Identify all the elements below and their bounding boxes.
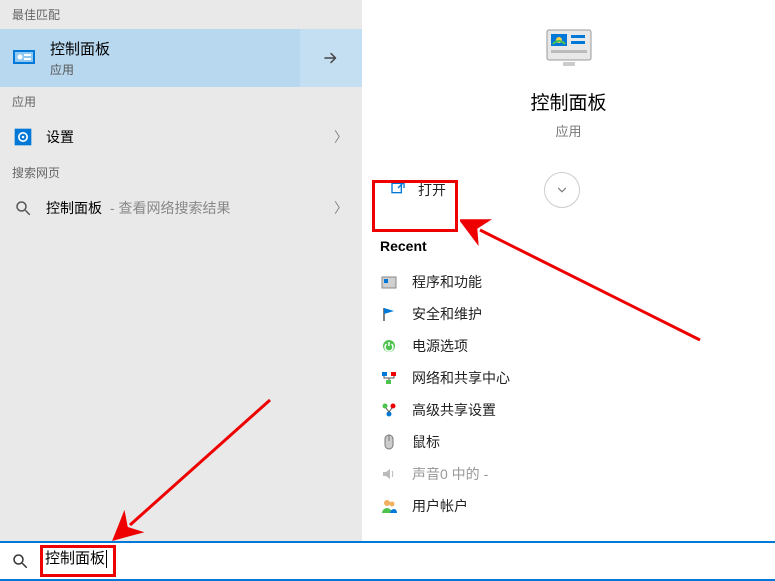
preview-panel: 控制面板 应用 打开 Recent 程序和功能 [362,0,775,541]
open-button[interactable]: 打开 [380,168,464,212]
recent-item[interactable]: 电源选项 [380,330,757,362]
sound-icon [380,465,398,483]
recent-list: 程序和功能 安全和维护 电源选项 网络和共享中心 高级共享设置 [380,266,757,522]
settings-icon [12,126,34,148]
search-bar[interactable]: 控制面板 [0,541,775,581]
annotation-search-highlight: 控制面板 [40,545,116,577]
recent-header: Recent [380,238,757,254]
sharing-icon [380,401,398,419]
result-web-search[interactable]: 控制面板 - 查看网络搜索结果 〉 [0,187,362,229]
result-settings[interactable]: 设置 〉 [0,116,362,158]
recent-item[interactable]: 程序和功能 [380,266,757,298]
recent-item[interactable]: 网络和共享中心 [380,362,757,394]
results-panel: 最佳匹配 控制面板 应用 应用 设置 〉 搜索网页 [0,0,362,541]
open-icon [390,180,406,201]
recent-item[interactable]: 鼠标 [380,426,757,458]
best-match-title: 控制面板 [50,38,110,59]
mouse-icon [380,433,398,451]
result-suffix: - 查看网络搜索结果 [106,200,230,216]
result-label: 设置 [46,127,334,147]
search-icon [12,197,34,219]
search-icon [0,552,40,570]
recent-item[interactable]: 用户帐户 [380,490,757,522]
section-best-match: 最佳匹配 [0,0,362,29]
section-apps: 应用 [0,87,362,116]
chevron-right-icon: 〉 [334,127,348,147]
open-preview-arrow-icon[interactable] [300,29,362,87]
recent-item[interactable]: 安全和维护 [380,298,757,330]
power-icon [380,337,398,355]
open-label: 打开 [418,180,446,200]
text-cursor [106,550,107,568]
preview-subtitle: 应用 [555,121,581,140]
network-icon [380,369,398,387]
users-icon [380,497,398,515]
section-web: 搜索网页 [0,158,362,187]
chevron-down-icon [555,183,569,197]
search-input[interactable]: 控制面板 [45,550,105,567]
flag-icon [380,305,398,323]
programs-icon [380,273,398,291]
result-label: 控制面板 [46,200,102,216]
chevron-right-icon: 〉 [334,198,348,218]
best-match-item[interactable]: 控制面板 应用 [0,29,362,87]
recent-item[interactable]: 声音0 中的 - [380,458,757,490]
expand-button[interactable] [544,172,580,208]
recent-item[interactable]: 高级共享设置 [380,394,757,426]
best-match-subtitle: 应用 [50,61,110,78]
control-panel-large-icon [545,28,593,68]
control-panel-icon [12,46,36,70]
preview-title: 控制面板 [530,88,606,115]
